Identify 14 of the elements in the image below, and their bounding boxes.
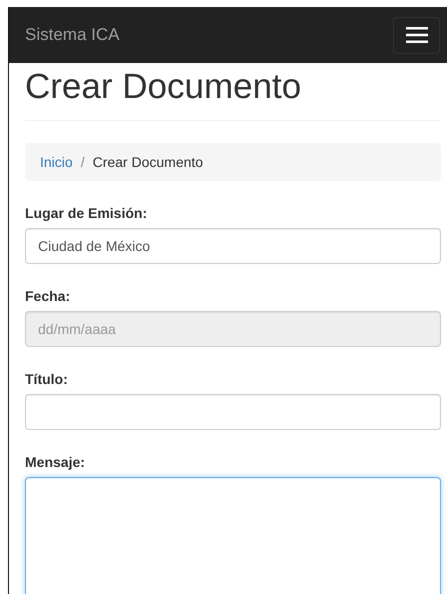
field-label: Fecha:: [25, 288, 72, 304]
field-label: Lugar de Emisión:: [25, 205, 148, 221]
message-field[interactable]: [25, 477, 441, 594]
breadcrumb-link[interactable]: Inicio: [40, 154, 73, 170]
input-field[interactable]: Ciudad de México: [25, 228, 441, 264]
menu-icon: [406, 27, 428, 43]
field-label: Mensaje:: [25, 454, 86, 470]
menu-button[interactable]: [393, 16, 440, 54]
breadcrumb-separator: /: [80, 154, 86, 170]
brand-link[interactable]: Sistema ICA: [25, 25, 120, 45]
breadcrumb-current: Crear Documento: [92, 154, 204, 170]
page-title: Crear Documento: [25, 67, 302, 107]
input-field[interactable]: [25, 394, 441, 430]
field-label: Título:: [25, 371, 69, 387]
